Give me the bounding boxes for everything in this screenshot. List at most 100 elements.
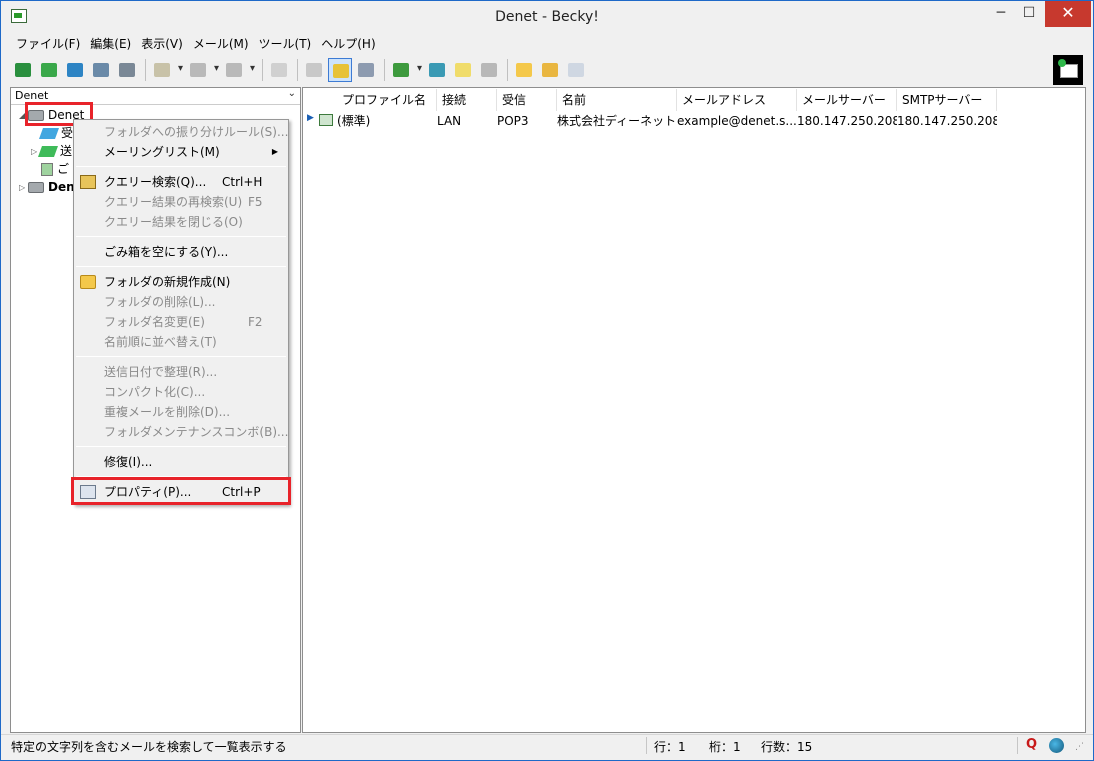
- menu-separator: [76, 166, 286, 167]
- tree-item-sent[interactable]: ▷ 送: [31, 142, 72, 160]
- column-header-mail-server[interactable]: メールサーバー: [797, 89, 897, 111]
- menu-item-empty-trash[interactable]: ごみ箱を空にする(Y)...: [74, 242, 288, 262]
- toolbar-separator: [297, 59, 298, 81]
- menu-item-remove-duplicates[interactable]: 重複メールを削除(D)...: [74, 402, 288, 422]
- app-window: Denet - Becky! ─ ☐ ✕ ファイル(F) 編集(E) 表示(V)…: [0, 0, 1094, 761]
- highlight-properties: [71, 477, 291, 505]
- expand-icon[interactable]: ▷: [19, 179, 28, 197]
- menu-separator: [76, 446, 286, 447]
- status-lines: 行数：15: [761, 740, 813, 754]
- status-col: 桁：1: [709, 740, 741, 754]
- menu-item-rename-folder[interactable]: フォルダ名変更(E) F2: [74, 312, 288, 332]
- menu-item-sorting-rules[interactable]: フォルダへの振り分けルール(S)...: [74, 122, 288, 142]
- delete-icon[interactable]: [267, 58, 291, 82]
- computer-icon: [28, 182, 44, 193]
- column-header-smtp-server[interactable]: SMTPサーバー: [897, 89, 997, 111]
- menu-mail[interactable]: メール(M): [188, 33, 254, 53]
- cell-smtp-server[interactable]: 180.147.250.208: [897, 112, 997, 130]
- menu-file[interactable]: ファイル(F): [11, 33, 85, 53]
- forward-icon[interactable]: [222, 58, 256, 82]
- globe-icon[interactable]: [1049, 738, 1064, 753]
- window-title: Denet - Becky!: [495, 9, 599, 25]
- status-divider: [646, 737, 647, 754]
- layout-icon[interactable]: [564, 58, 588, 82]
- filter-icon[interactable]: [389, 58, 423, 82]
- edit-icon[interactable]: [328, 58, 352, 82]
- memo-icon[interactable]: [451, 58, 475, 82]
- menu-help[interactable]: ヘルプ(H): [316, 33, 380, 53]
- cell-email[interactable]: example@denet.s...: [677, 112, 797, 130]
- title-bar: Denet - Becky! ─ ☐ ✕: [1, 1, 1093, 33]
- trash-icon: [41, 163, 53, 176]
- receive-all-icon[interactable]: [63, 58, 87, 82]
- menu-separator: [76, 266, 286, 267]
- tree-item-inbox[interactable]: 受: [38, 124, 73, 142]
- column-header-connection[interactable]: 接続: [437, 89, 497, 111]
- menu-item-new-folder[interactable]: フォルダの新規作成(N): [74, 272, 288, 292]
- menu-item-query-search[interactable]: クエリー検索(Q)... Ctrl+H: [74, 172, 288, 192]
- profile-list-pane: プロファイル名 接続 受信 名前 メールアドレス メールサーバー SMTPサーバ…: [302, 87, 1086, 733]
- toolbar-separator: [145, 59, 146, 81]
- menu-bar: ファイル(F) 編集(E) 表示(V) メール(M) ツール(T) ヘルプ(H): [11, 33, 1085, 53]
- status-row: 行：1: [654, 740, 686, 754]
- resize-grip-icon[interactable]: ⋰: [1075, 742, 1084, 752]
- submenu-arrow-icon: ▶: [271, 147, 278, 156]
- q-icon[interactable]: Q: [1026, 738, 1040, 752]
- properties-icon[interactable]: [354, 58, 378, 82]
- toolbar-separator: [384, 59, 385, 81]
- cell-profile[interactable]: (標準): [337, 112, 437, 130]
- cell-name[interactable]: 株式会社ディーネット: [557, 112, 677, 130]
- becky-logo-icon: [1053, 55, 1083, 85]
- menu-separator: [76, 236, 286, 237]
- menu-view[interactable]: 表示(V): [136, 33, 188, 53]
- folder-context-menu: フォルダへの振り分けルール(S)... メーリングリスト(M) ▶ クエリー検索(…: [73, 119, 289, 505]
- query-icon: [80, 175, 96, 189]
- status-message: 特定の文字列を含むメールを検索して一覧表示する: [11, 740, 287, 754]
- maximize-button[interactable]: ☐: [1015, 1, 1043, 27]
- cell-receive[interactable]: POP3: [497, 112, 557, 130]
- new-mail-icon[interactable]: [150, 58, 184, 82]
- menu-item-sort-by-name[interactable]: 名前順に並べ替え(T): [74, 332, 288, 352]
- menu-item-delete-folder[interactable]: フォルダの削除(L)...: [74, 292, 288, 312]
- address-book-icon[interactable]: [115, 58, 139, 82]
- reply-icon[interactable]: [186, 58, 220, 82]
- minimize-button[interactable]: ─: [987, 1, 1015, 27]
- open-folder-icon[interactable]: [538, 58, 562, 82]
- toolbar-separator: [507, 59, 508, 81]
- chevron-down-icon[interactable]: ⌄: [288, 88, 296, 99]
- status-divider: [1017, 737, 1018, 754]
- folder-icon: [80, 275, 96, 289]
- menu-item-repair[interactable]: 修復(I)...: [74, 452, 288, 472]
- send-mail-icon[interactable]: [37, 58, 61, 82]
- network-icon[interactable]: [425, 58, 449, 82]
- column-header-name[interactable]: 名前: [557, 89, 677, 111]
- receive-mail-icon[interactable]: [11, 58, 35, 82]
- menu-separator: [76, 356, 286, 357]
- menu-edit[interactable]: 編集(E): [85, 33, 136, 53]
- toolbar: [11, 55, 1085, 85]
- column-header-receive[interactable]: 受信: [497, 89, 557, 111]
- column-header-email[interactable]: メールアドレス: [677, 89, 797, 111]
- menu-item-mailing-list[interactable]: メーリングリスト(M) ▶: [74, 142, 288, 162]
- status-bar: 特定の文字列を含むメールを検索して一覧表示する 行：1 桁：1 行数：15 Q …: [1, 734, 1093, 756]
- menu-item-organize-by-date[interactable]: 送信日付で整理(R)...: [74, 362, 288, 382]
- row-pointer-icon: ▶: [307, 113, 314, 123]
- inbox-icon: [38, 128, 60, 139]
- menu-tools[interactable]: ツール(T): [254, 33, 317, 53]
- close-button[interactable]: ✕: [1045, 1, 1091, 27]
- toolbar-separator: [262, 59, 263, 81]
- menu-item-query-close[interactable]: クエリー結果を閉じる(O): [74, 212, 288, 232]
- profile-icon: [319, 114, 333, 126]
- template-icon[interactable]: [477, 58, 501, 82]
- menu-item-compact[interactable]: コンパクト化(C)...: [74, 382, 288, 402]
- cell-connection[interactable]: LAN: [437, 112, 497, 130]
- tree-item-trash[interactable]: ご: [41, 160, 69, 178]
- threads-icon[interactable]: [302, 58, 326, 82]
- sent-icon: [37, 146, 59, 157]
- menu-item-maintenance-combo[interactable]: フォルダメンテナンスコンボ(B)...: [74, 422, 288, 442]
- folder-icon[interactable]: [512, 58, 536, 82]
- menu-item-query-research[interactable]: クエリー結果の再検索(U) F5: [74, 192, 288, 212]
- column-header-profile[interactable]: プロファイル名: [337, 89, 437, 111]
- cell-mail-server[interactable]: 180.147.250.208: [797, 112, 897, 130]
- sync-icon[interactable]: [89, 58, 113, 82]
